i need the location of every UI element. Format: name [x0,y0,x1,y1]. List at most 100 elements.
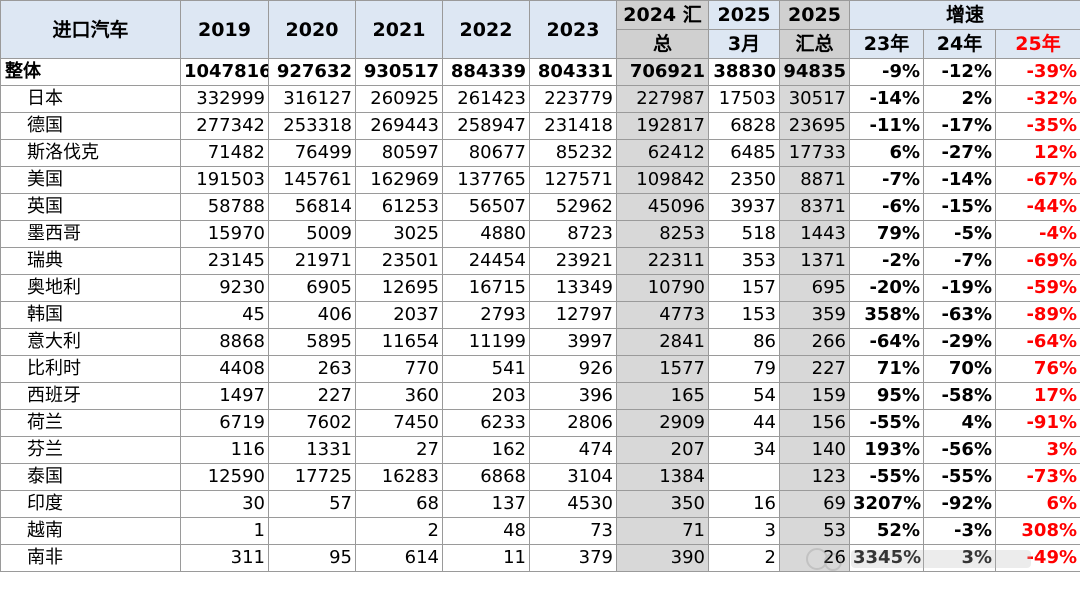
value-2020: 5009 [268,220,356,248]
value-2020 [268,517,356,545]
growth-24: -15% [923,193,996,221]
value-2023: 926 [529,355,617,383]
value-2025-mar: 34 [708,436,780,464]
value-2021: 23501 [355,247,443,275]
header-2025-mar-top: 2025 [708,0,780,30]
total-2025: 53 [779,517,850,545]
total-2024: 350 [616,490,709,518]
country-name: 荷兰 [0,409,181,437]
total-2024: 71 [616,517,709,545]
value-2022: 11199 [442,328,530,356]
growth-24: -5% [923,220,996,248]
total-2025: 227 [779,355,850,383]
growth-24: -58% [923,382,996,410]
value-2019: 332999 [180,85,269,113]
total-2025: 123 [779,463,850,491]
value-2023: 73 [529,517,617,545]
value-2020: 316127 [268,85,356,113]
value-2019: 1047816 [180,58,269,86]
table-row: 瑞典 23145 21971 23501 24454 23921 22311 353 1371-… [0,247,1080,275]
growth-24: -27% [923,139,996,167]
value-2021: 260925 [355,85,443,113]
value-2022: 203 [442,382,530,410]
table-row: 德国 277342 253318 269443 258947 231418 192817 68… [0,112,1080,140]
country-name: 意大利 [0,328,181,356]
table-row: 荷兰 6719 7602 7450 6233 2806 2909 44 156 -55% 4% -91… [0,409,1080,437]
value-2020: 227 [268,382,356,410]
total-2024: 165 [616,382,709,410]
value-2025-mar: 38830 [708,58,780,86]
total-2025: 94835 [779,58,850,86]
growth-25: 3% [994,436,1080,464]
total-2024: 706921 [616,58,709,86]
growth-23: 358% [849,301,924,329]
value-2019: 15970 [180,220,269,248]
value-2020: 95 [268,544,356,572]
total-2024: 8253 [616,220,709,248]
value-2022: 16715 [442,274,530,302]
country-name: 日本 [0,85,181,113]
total-2024: 45096 [616,193,709,221]
country-name: 印度 [0,490,181,518]
value-2023: 85232 [529,139,617,167]
value-2022: 137 [442,490,530,518]
growth-25: 76% [994,355,1080,383]
header-growth-24: 24年 [923,29,996,59]
header-2023: 2023 [529,0,617,59]
value-2019: 8868 [180,328,269,356]
total-2024: 22311 [616,247,709,275]
growth-25: -69% [994,247,1080,275]
growth-23: -7% [849,166,924,194]
growth-23: 95% [849,382,924,410]
value-2025-mar: 353 [708,247,780,275]
growth-25: -49% [994,544,1080,572]
value-2022: 6868 [442,463,530,491]
table-row: 泰国 12590 17725 16283 6868 3104 1384 123 -55% -55%… [0,463,1080,491]
country-name: 韩国 [0,301,181,329]
value-2020: 21971 [268,247,356,275]
value-2022: 884339 [442,58,530,86]
header-2020: 2020 [268,0,356,59]
total-2025: 156 [779,409,850,437]
value-2025-mar: 6828 [708,112,780,140]
value-2023: 379 [529,544,617,572]
total-2024: 2909 [616,409,709,437]
value-2022: 162 [442,436,530,464]
growth-25: 6% [994,490,1080,518]
growth-23: -14% [849,85,924,113]
value-2020: 57 [268,490,356,518]
value-2023: 231418 [529,112,617,140]
total-2024: 109842 [616,166,709,194]
value-2023: 4530 [529,490,617,518]
value-2021: 61253 [355,193,443,221]
total-2025: 17733 [779,139,850,167]
value-2023: 23921 [529,247,617,275]
value-2021: 7450 [355,409,443,437]
header-growth-25: 25年 [994,29,1080,59]
total-2024: 1577 [616,355,709,383]
total-2025: 8371 [779,193,850,221]
growth-23: 79% [849,220,924,248]
value-2019: 116 [180,436,269,464]
growth-25: -4% [994,220,1080,248]
value-2025-mar: 157 [708,274,780,302]
table-row: 西班牙 1497 227 360 203 396 165 54 159 95% -58% 17% [0,382,1080,410]
value-2019: 277342 [180,112,269,140]
value-2023: 8723 [529,220,617,248]
growth-25: -59% [994,274,1080,302]
country-name: 芬兰 [0,436,181,464]
growth-23: 6% [849,139,924,167]
growth-23: -64% [849,328,924,356]
value-2025-mar: 79 [708,355,780,383]
total-2025: 1443 [779,220,850,248]
value-2021: 68 [355,490,443,518]
total-2025: 23695 [779,112,850,140]
growth-25: -64% [994,328,1080,356]
value-2023: 12797 [529,301,617,329]
value-2019: 9230 [180,274,269,302]
value-2020: 1331 [268,436,356,464]
value-2025-mar: 153 [708,301,780,329]
value-2021: 269443 [355,112,443,140]
growth-23: -55% [849,463,924,491]
value-2022: 11 [442,544,530,572]
